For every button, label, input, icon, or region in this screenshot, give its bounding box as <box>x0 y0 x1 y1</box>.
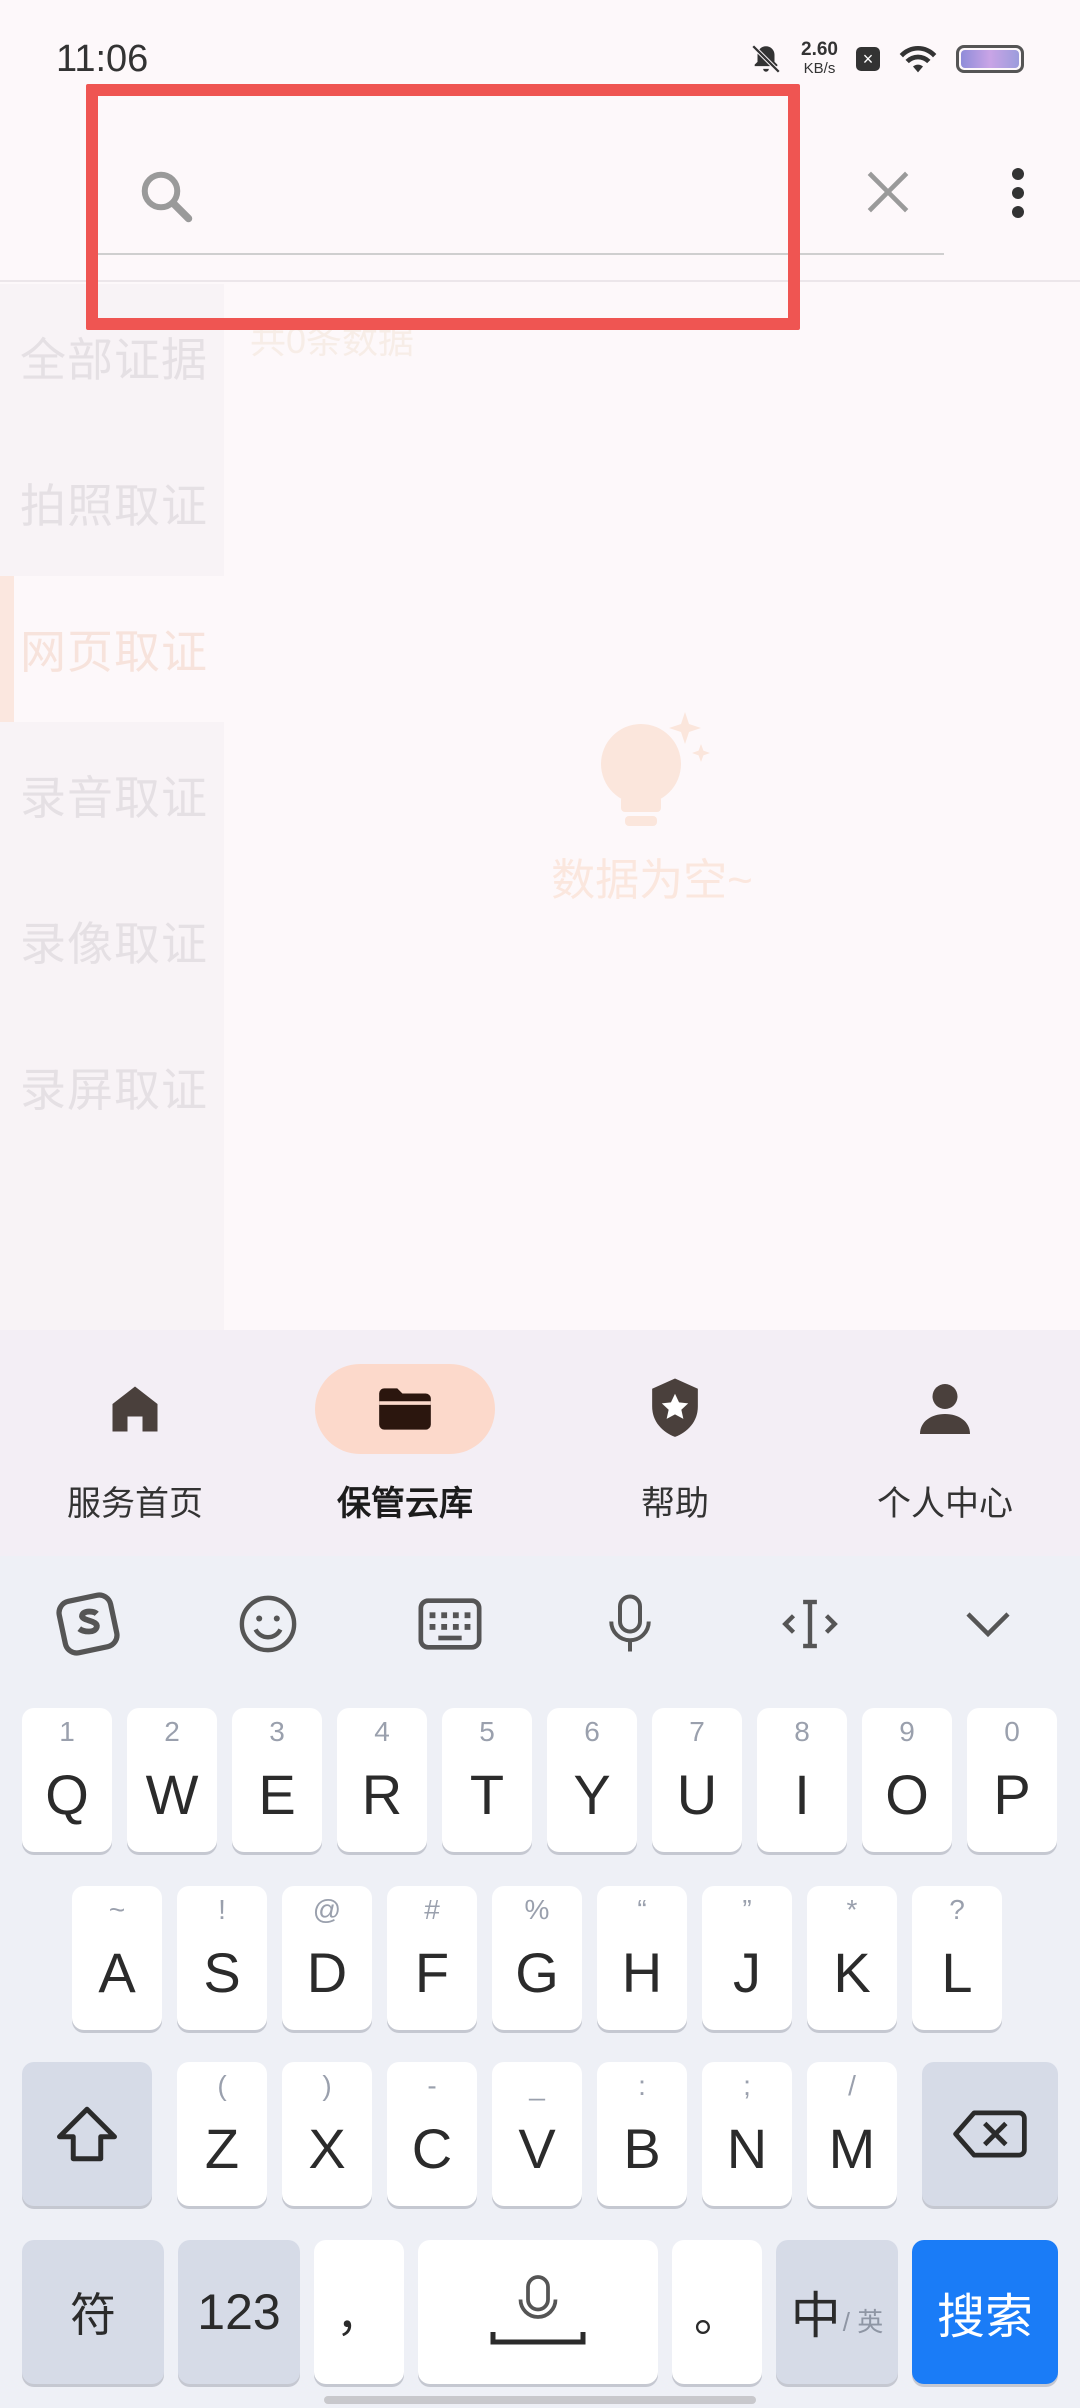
backspace-icon <box>953 2110 1027 2158</box>
keyboard-icon[interactable] <box>412 1586 488 1662</box>
nav-item-all-evidence[interactable]: 全部证据 <box>0 284 224 430</box>
key-s[interactable]: ! S <box>177 1886 267 2030</box>
search-header <box>0 100 1080 282</box>
battery-icon <box>956 45 1024 73</box>
key-f[interactable]: # F <box>387 1886 477 2030</box>
space-voice-icon <box>490 2275 586 2345</box>
key-i[interactable]: 8I <box>757 1708 847 1852</box>
person-icon <box>920 1384 970 1434</box>
mute-bell-icon <box>751 44 781 74</box>
tab-label: 帮助 <box>641 1485 709 1523</box>
more-options-button[interactable] <box>1000 162 1036 224</box>
tab-personal-center[interactable]: 个人中心 <box>810 1330 1080 1556</box>
key-w[interactable]: 2W <box>127 1708 217 1852</box>
shield-star-icon <box>652 1378 698 1437</box>
search-input[interactable] <box>210 160 830 230</box>
tab-help[interactable]: 帮助 <box>540 1330 810 1556</box>
key-j[interactable]: ” J <box>702 1886 792 2030</box>
key-v[interactable]: _ V <box>492 2062 582 2206</box>
keyboard-toolbar <box>0 1556 1080 1692</box>
key-t[interactable]: 5T <box>442 1708 532 1852</box>
shift-key[interactable] <box>22 2062 152 2206</box>
language-switch-key[interactable]: 中 / 英 <box>776 2240 898 2384</box>
clear-search-button[interactable] <box>860 164 916 220</box>
x-notification-icon: × <box>856 47 880 71</box>
key-d[interactable]: @ D <box>282 1886 372 2030</box>
home-indicator[interactable] <box>324 2396 756 2404</box>
shift-arrow-icon <box>57 2106 117 2162</box>
key-x[interactable]: ) X <box>282 2062 372 2206</box>
space-key[interactable] <box>418 2240 658 2384</box>
status-icons: 2.60 KB/s × <box>749 40 1024 78</box>
tab-cloud-storage[interactable]: 保管云库 <box>270 1330 540 1556</box>
lightbulb-icon <box>601 712 710 826</box>
bottom-navigation: 服务首页 保管云库 帮助 个人中心 <box>0 1330 1080 1556</box>
key-u[interactable]: 7U <box>652 1708 742 1852</box>
key-k[interactable]: * K <box>807 1886 897 2030</box>
comma-key[interactable]: ， <box>314 2240 404 2384</box>
key-h[interactable]: “H <box>597 1886 687 2030</box>
key-e[interactable]: 3E <box>232 1708 322 1852</box>
evidence-list-panel: 共0条数据 数据为空~ <box>224 284 1080 1330</box>
home-icon <box>112 1386 158 1432</box>
emoji-icon[interactable] <box>230 1586 306 1662</box>
collapse-chevron-icon[interactable] <box>950 1586 1026 1662</box>
numbers-key[interactable]: 123 <box>178 2240 300 2384</box>
nav-item-photo-evidence[interactable]: 拍照取证 <box>0 430 224 576</box>
tab-label: 服务首页 <box>67 1485 203 1523</box>
empty-state-text: 数据为空~ <box>551 856 753 905</box>
nav-item-video-evidence[interactable]: 录像取证 <box>0 868 224 1014</box>
key-r[interactable]: 4R <box>337 1708 427 1852</box>
folder-icon <box>379 1388 431 1430</box>
nav-item-web-evidence[interactable]: 网页取证 <box>0 576 224 722</box>
net-speed: 2.60 KB/s <box>801 39 838 77</box>
sogou-logo-icon[interactable] <box>50 1586 126 1662</box>
backspace-key[interactable] <box>922 2062 1058 2206</box>
key-g[interactable]: % G <box>492 1886 582 2030</box>
key-p[interactable]: 0P <box>967 1708 1057 1852</box>
nav-item-audio-evidence[interactable]: 录音取证 <box>0 722 224 868</box>
search-underline <box>98 253 944 255</box>
key-y[interactable]: 6Y <box>547 1708 637 1852</box>
status-bar: 11:06 2.60 KB/s × <box>0 0 1080 100</box>
symbols-key[interactable]: 符 <box>22 2240 164 2384</box>
wifi-icon <box>899 45 937 73</box>
key-n[interactable]: ; N <box>702 2062 792 2206</box>
soft-keyboard: 1Q 2W 3E 4R 5T 6Y 7U 8I 9O 0P ~ A ! S @ D #… <box>0 1556 1080 2408</box>
status-time: 11:06 <box>56 38 149 80</box>
key-b[interactable]: :B <box>597 2062 687 2206</box>
key-z[interactable]: (Z <box>177 2062 267 2206</box>
key-l[interactable]: ? L <box>912 1886 1002 2030</box>
microphone-icon[interactable] <box>592 1586 668 1662</box>
search-key[interactable]: 搜索 <box>912 2240 1058 2384</box>
key-o[interactable]: 9O <box>862 1708 952 1852</box>
tab-label: 个人中心 <box>877 1485 1013 1523</box>
cursor-icon[interactable] <box>772 1586 848 1662</box>
nav-item-screen-record-evidence[interactable]: 录屏取证 <box>0 1014 224 1160</box>
key-c[interactable]: -C <box>387 2062 477 2206</box>
key-m[interactable]: / M <box>807 2062 897 2206</box>
evidence-category-nav: 全部证据 拍照取证 网页取证 录音取证 录像取证 录屏取证 <box>0 284 224 1330</box>
key-q[interactable]: 1Q <box>22 1708 112 1852</box>
tab-label: 保管云库 <box>337 1485 473 1523</box>
key-a[interactable]: ~ A <box>72 1886 162 2030</box>
period-key[interactable]: 。 <box>672 2240 762 2384</box>
tab-service-home[interactable]: 服务首页 <box>0 1330 270 1556</box>
record-count: 共0条数据 <box>250 320 415 361</box>
search-icon <box>141 171 193 223</box>
